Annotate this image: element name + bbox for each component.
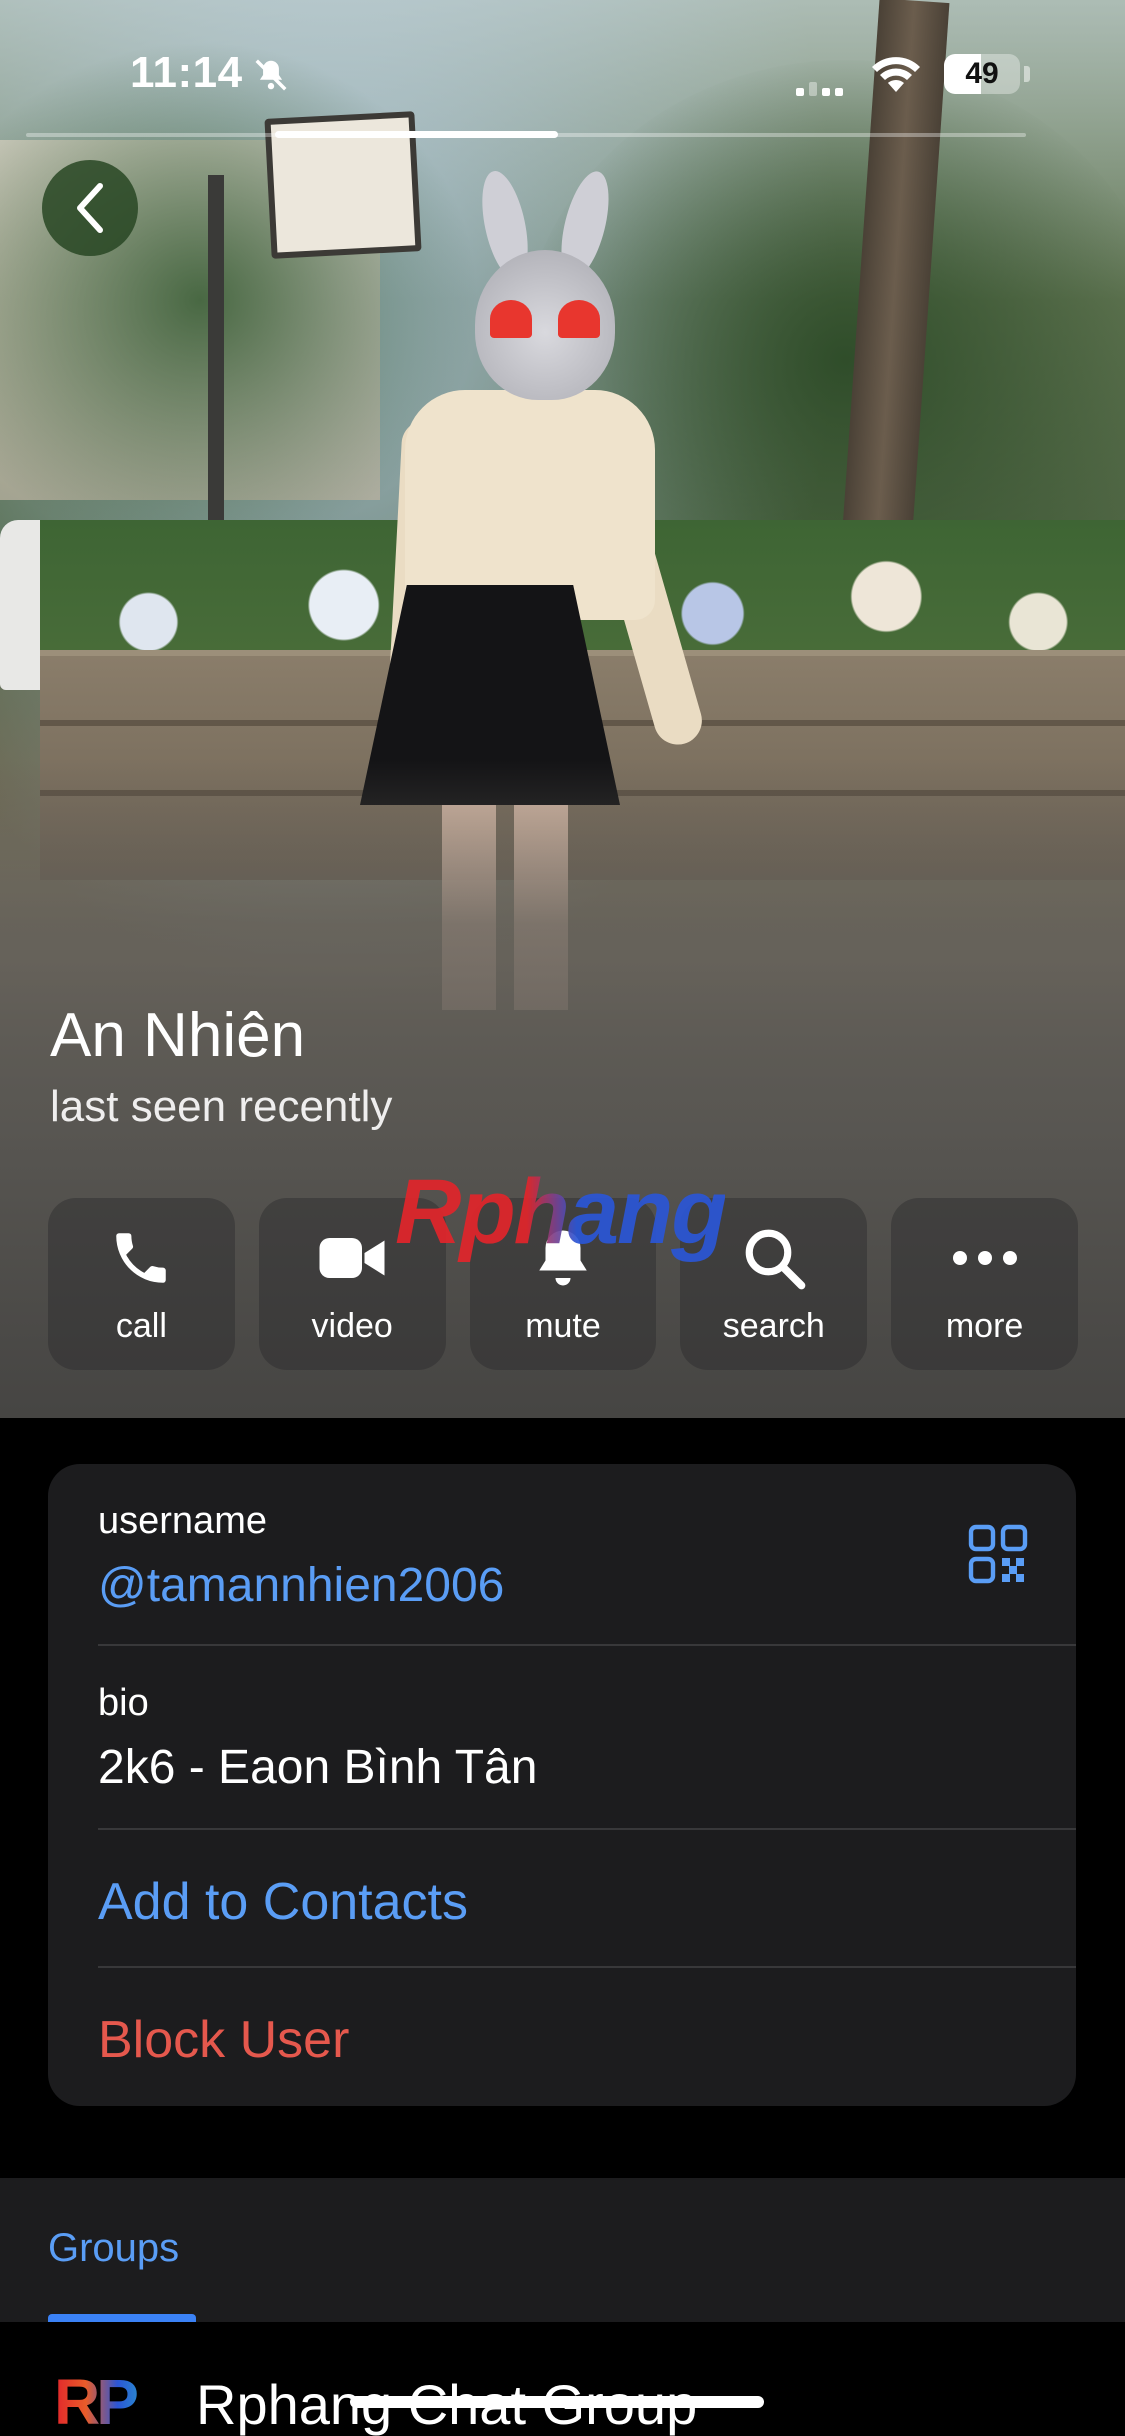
back-button[interactable] — [42, 160, 138, 256]
tab-groups-underline — [48, 2314, 196, 2322]
heart-eye-right-icon — [558, 300, 600, 338]
call-label: call — [115, 1307, 167, 1345]
cellular-signal-icon — [796, 82, 843, 96]
search-icon — [739, 1223, 809, 1293]
qr-code-icon[interactable] — [968, 1524, 1028, 1584]
wifi-icon — [872, 57, 920, 92]
video-label: video — [311, 1307, 393, 1345]
profile-last-seen: last seen recently — [50, 1082, 393, 1131]
bio-row: bio 2k6 - Eaon Bình Tân — [48, 1646, 1076, 1830]
status-bar: 11:14 49 — [0, 0, 1125, 140]
more-label: more — [945, 1307, 1024, 1345]
add-to-contacts-label: Add to Contacts — [98, 1873, 468, 1931]
phone-icon — [106, 1223, 176, 1293]
status-time: 11:14 — [130, 48, 243, 97]
block-user-label: Block User — [98, 2011, 350, 2069]
list-item[interactable]: RP Rphang Chat Group — [0, 2322, 1125, 2436]
username-label: username — [98, 1500, 267, 1542]
username-value[interactable]: @tamannhien2006 — [98, 1558, 504, 1613]
bell-slash-icon — [255, 59, 287, 91]
mute-label: mute — [525, 1307, 601, 1345]
add-to-contacts-button[interactable]: Add to Contacts — [48, 1830, 1076, 1968]
home-indicator[interactable] — [350, 2396, 764, 2408]
search-label: search — [722, 1307, 825, 1345]
shared-media-tabs: Groups — [0, 2178, 1125, 2322]
username-row[interactable]: username @tamannhien2006 — [48, 1464, 1076, 1646]
battery-percent: 49 — [965, 57, 999, 90]
heart-eye-left-icon — [490, 300, 532, 338]
photo-page-indicator-active — [275, 131, 558, 138]
call-button[interactable]: call — [48, 1198, 235, 1370]
block-user-button[interactable]: Block User — [48, 1968, 1076, 2106]
group-avatar: RP — [54, 2368, 160, 2436]
bio-value: 2k6 - Eaon Bình Tân — [98, 1741, 538, 1794]
video-icon — [317, 1223, 387, 1293]
tab-groups[interactable]: Groups — [48, 2226, 179, 2271]
chevron-left-icon — [77, 183, 103, 233]
profile-name: An Nhiên — [50, 1001, 306, 1070]
more-icon — [950, 1223, 1020, 1293]
watermark: Rphang — [395, 1161, 727, 1263]
battery-icon: 49 — [944, 54, 1020, 94]
more-button[interactable]: more — [891, 1198, 1078, 1370]
bio-label: bio — [98, 1682, 149, 1724]
photo-sign-pole — [208, 175, 224, 535]
profile-info-card: username @tamannhien2006 bio 2k6 - Eaon … — [48, 1464, 1076, 2106]
battery-cap — [1024, 66, 1030, 82]
